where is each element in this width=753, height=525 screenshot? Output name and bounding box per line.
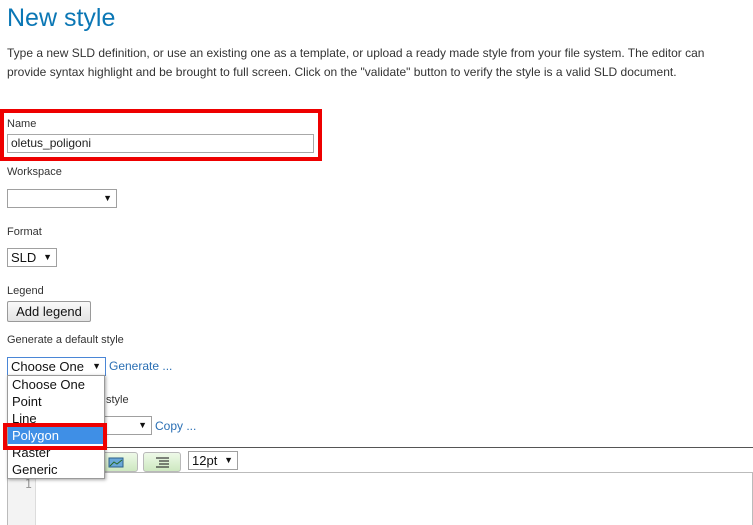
- caret-down-icon: ▼: [103, 193, 112, 203]
- indent-button[interactable]: [143, 452, 181, 472]
- name-input[interactable]: oletus_poligoni: [7, 134, 314, 153]
- copy-link[interactable]: Copy ...: [155, 419, 196, 433]
- dropdown-option-choose-one[interactable]: Choose One: [8, 376, 104, 393]
- generate-label: Generate a default style: [7, 334, 124, 346]
- generate-select-value: Choose One: [11, 359, 84, 374]
- dropdown-option-generic[interactable]: Generic: [8, 461, 104, 478]
- editor-toolbar-divider: [7, 447, 753, 448]
- format-label: Format: [7, 226, 42, 238]
- insert-image-button[interactable]: [100, 452, 138, 472]
- dropdown-option-point[interactable]: Point: [8, 393, 104, 410]
- workspace-select[interactable]: ▼: [7, 189, 117, 208]
- generate-link[interactable]: Generate ...: [109, 359, 172, 373]
- caret-down-icon: ▼: [92, 361, 101, 371]
- legend-label: Legend: [7, 285, 44, 297]
- image-insert-icon: [108, 457, 124, 468]
- caret-down-icon: ▼: [224, 455, 233, 465]
- format-select-value: SLD: [11, 250, 37, 265]
- font-size-select[interactable]: 12pt ▼: [188, 451, 238, 470]
- format-select[interactable]: SLD ▼: [7, 248, 57, 267]
- generate-style-select[interactable]: Choose One ▼: [7, 357, 106, 376]
- caret-down-icon: ▼: [43, 252, 52, 262]
- caret-down-icon: ▼: [138, 420, 147, 430]
- line-number: 1: [24, 477, 32, 491]
- page-title: New style: [7, 4, 116, 32]
- font-size-value: 12pt: [192, 453, 218, 468]
- copy-style-label: style: [106, 394, 129, 406]
- sld-editor[interactable]: [7, 472, 753, 525]
- add-legend-button[interactable]: Add legend: [7, 301, 91, 322]
- indent-icon: [156, 457, 169, 468]
- page-description: Type a new SLD definition, or use an exi…: [7, 46, 705, 79]
- name-label: Name: [7, 118, 37, 130]
- polygon-highlight-box: [3, 423, 107, 450]
- workspace-label: Workspace: [7, 166, 62, 178]
